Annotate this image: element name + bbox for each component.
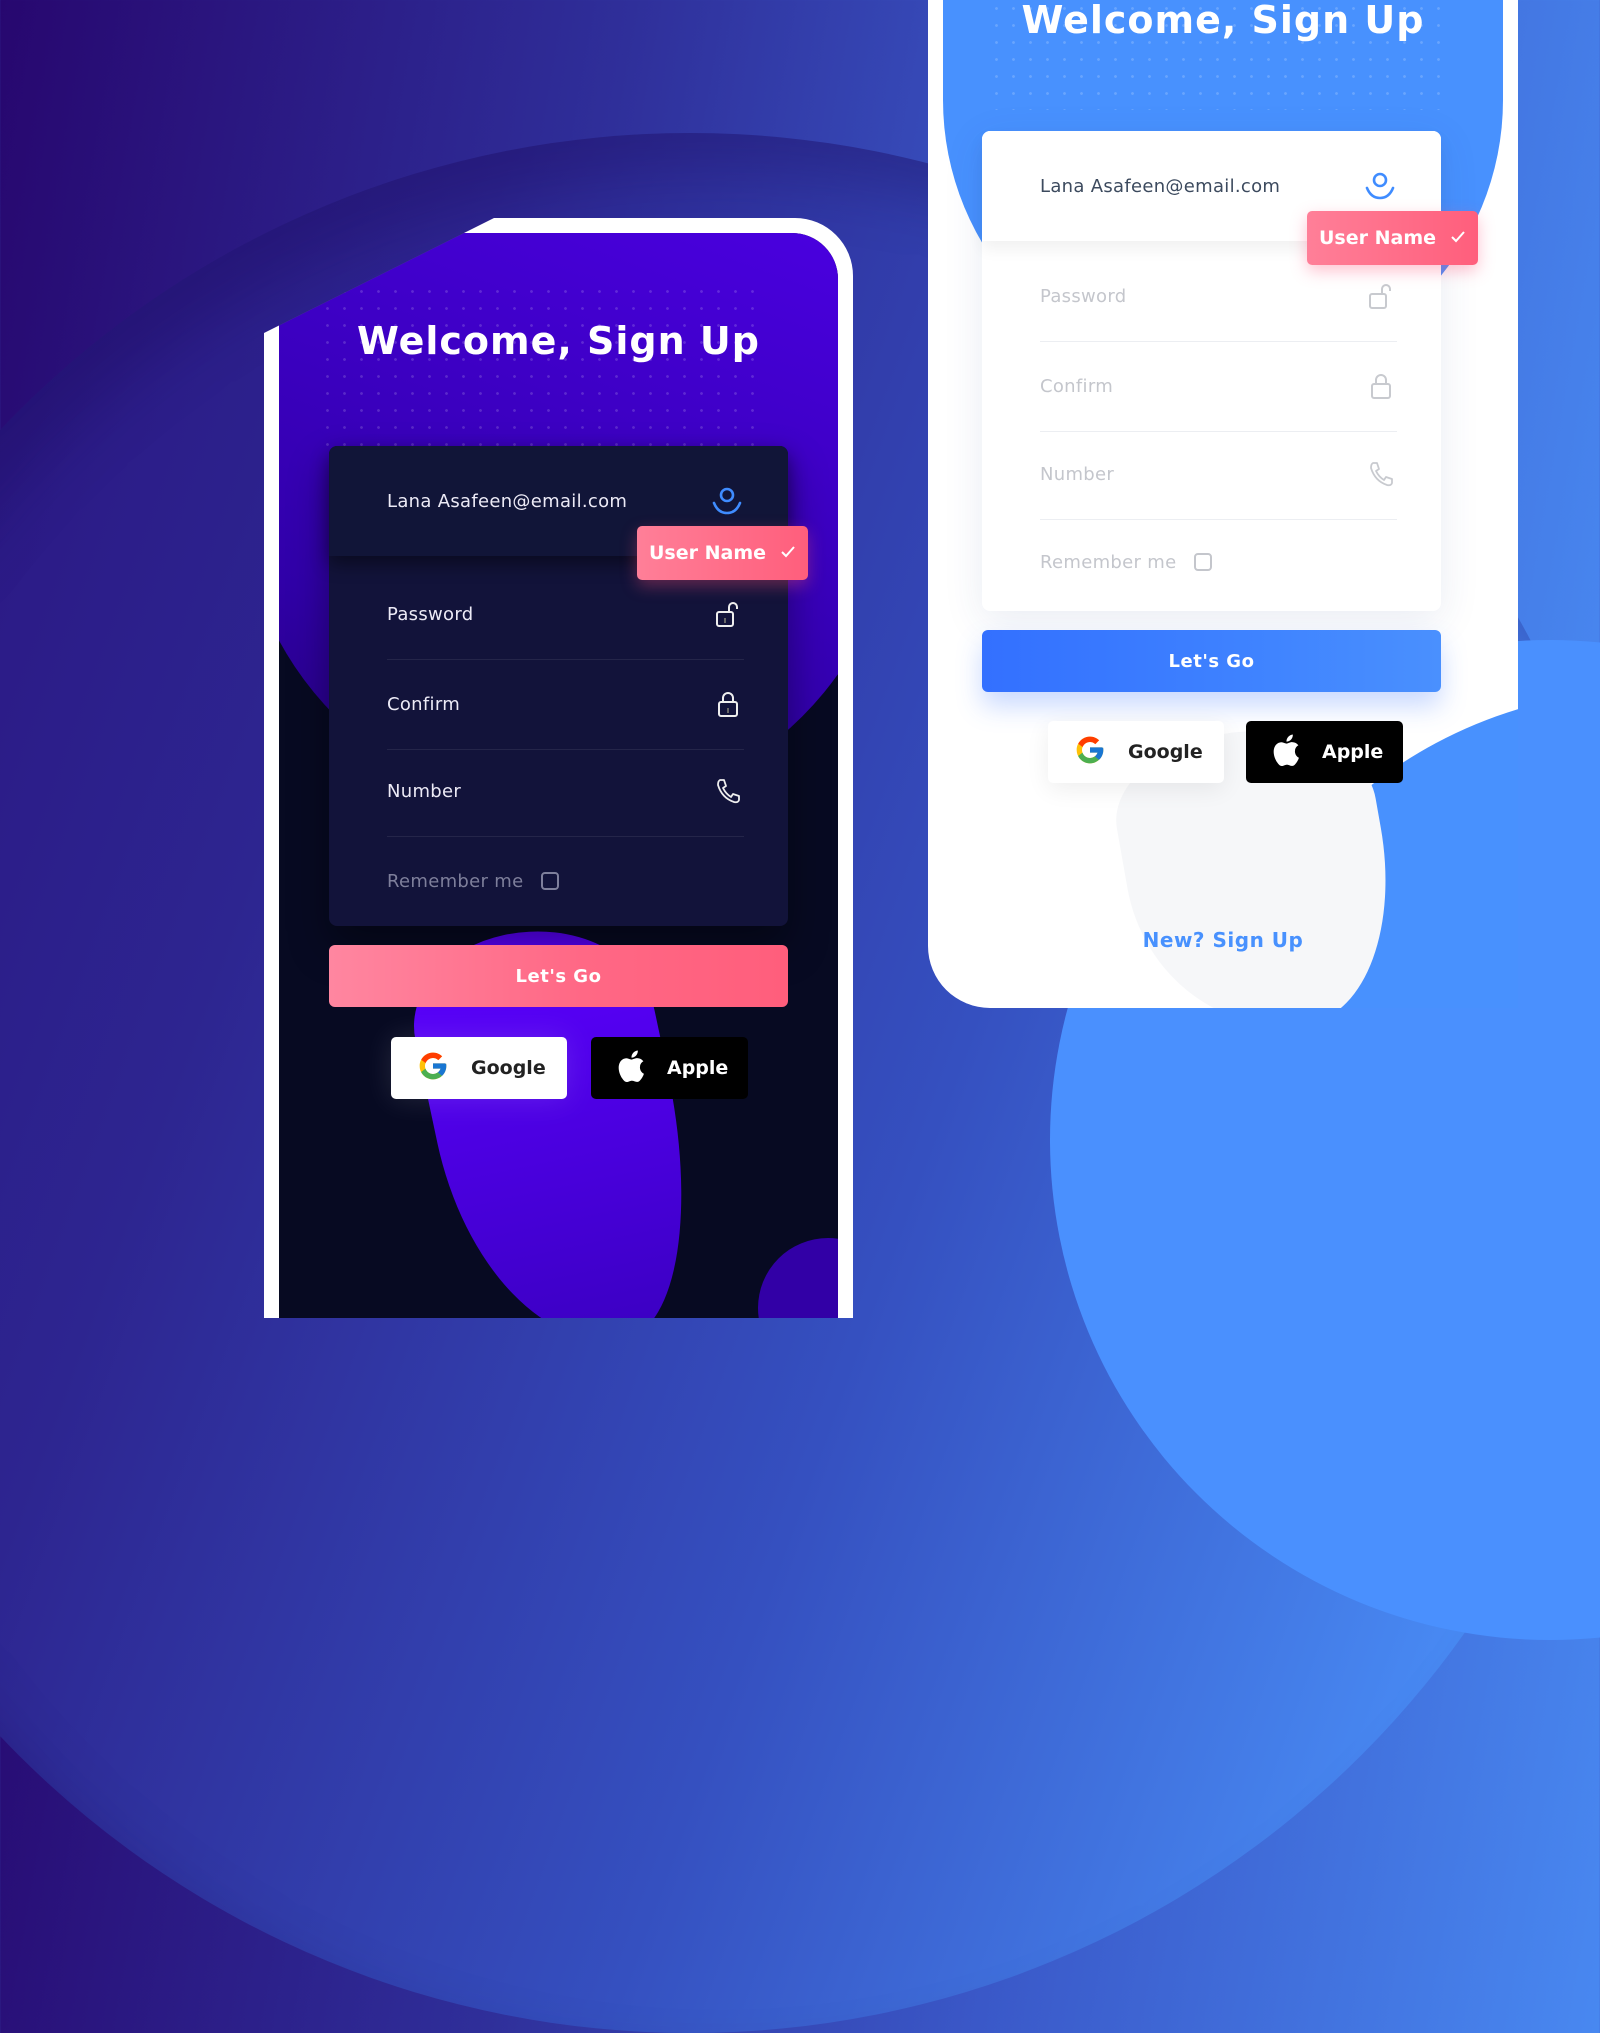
user-icon [1363,171,1397,201]
username-validation-tooltip: User Name [637,526,808,580]
apple-signin-button[interactable]: Apple [591,1037,748,1099]
phone-icon [714,776,744,806]
check-icon [780,542,796,564]
username-validation-tooltip: User Name [1307,211,1478,265]
page-title: Welcome, Sign Up [1021,0,1425,42]
remember-me-label: Remember me [1040,551,1177,573]
user-icon [710,486,744,516]
password-placeholder: Password [1040,285,1127,307]
google-signin-button[interactable]: Google [391,1037,567,1099]
number-field[interactable]: Number [387,746,744,837]
google-signin-button[interactable]: Google [1048,721,1224,783]
lock-icon [714,689,744,719]
password-placeholder: Password [387,603,474,625]
tooltip-label: User Name [648,542,766,564]
number-field[interactable]: Number [1040,429,1397,520]
google-icon [417,1050,449,1087]
apple-label: Apple [667,1057,729,1079]
remember-me-label: Remember me [387,870,524,892]
page-title: Welcome, Sign Up [357,319,760,363]
check-icon [1450,227,1466,249]
signup-form-card: Lana Asafeen@email.com Password Confirm [329,446,788,926]
remember-me-checkbox[interactable] [1194,553,1213,571]
decorative-blob [758,1238,838,1318]
email-value: Lana Asafeen@email.com [387,490,628,512]
signup-form-card: Lana Asafeen@email.com Password Confirm … [982,131,1441,611]
apple-icon [1272,734,1300,771]
remember-me-row: Remember me [1040,517,1397,607]
apple-label: Apple [1322,741,1384,763]
dark-phone-mockup: Welcome, Sign Up Lana Asafeen@email.com … [264,218,853,1318]
lock-icon [1367,371,1397,401]
google-label: Google [471,1057,546,1079]
lets-go-button[interactable]: Let's Go [982,630,1441,692]
tooltip-label: User Name [1318,227,1436,249]
lets-go-button[interactable]: Let's Go [329,945,788,1007]
dark-screen: Welcome, Sign Up Lana Asafeen@email.com … [279,233,838,1318]
new-signup-link[interactable]: New? Sign Up [928,928,1518,952]
apple-icon [617,1050,645,1087]
apple-signin-button[interactable]: Apple [1246,721,1403,783]
unlock-icon [1367,281,1397,311]
confirm-field[interactable]: Confirm [1040,341,1397,432]
unlock-icon [714,599,744,629]
phone-icon [1367,459,1397,489]
confirm-placeholder: Confirm [1040,375,1114,397]
light-phone-mockup: Welcome, Sign Up Lana Asafeen@email.com … [928,0,1518,1008]
password-field[interactable]: Password [387,569,744,660]
remember-me-row: Remember me [387,836,744,926]
email-value: Lana Asafeen@email.com [1040,175,1281,197]
confirm-field[interactable]: Confirm [387,659,744,750]
dot-pattern [319,283,759,453]
google-label: Google [1128,741,1203,763]
google-icon [1074,734,1106,771]
confirm-placeholder: Confirm [387,693,461,715]
remember-me-checkbox[interactable] [541,872,560,890]
number-placeholder: Number [387,780,462,802]
number-placeholder: Number [1040,463,1115,485]
